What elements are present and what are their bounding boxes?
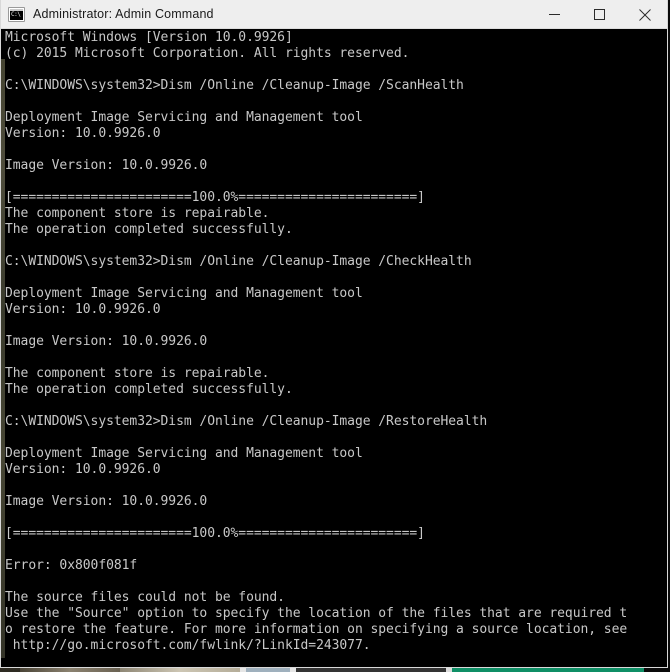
minimize-button[interactable]: [532, 0, 577, 29]
maximize-icon: [594, 9, 605, 20]
window-controls: [532, 0, 667, 29]
maximize-button[interactable]: [577, 0, 622, 29]
minimize-icon: [549, 14, 560, 15]
title-bar[interactable]: Administrator: Admin Command: [1, 0, 667, 29]
window-title: Administrator: Admin Command: [33, 7, 214, 21]
cmd-icon[interactable]: [8, 6, 25, 22]
close-button[interactable]: [622, 0, 667, 29]
console-output-area[interactable]: Microsoft Windows [Version 10.0.9926] (c…: [1, 29, 667, 667]
close-icon: [638, 8, 651, 21]
console-text: Microsoft Windows [Version 10.0.9926] (c…: [5, 30, 628, 653]
command-prompt-window: Administrator: Admin Command M: [0, 0, 668, 668]
